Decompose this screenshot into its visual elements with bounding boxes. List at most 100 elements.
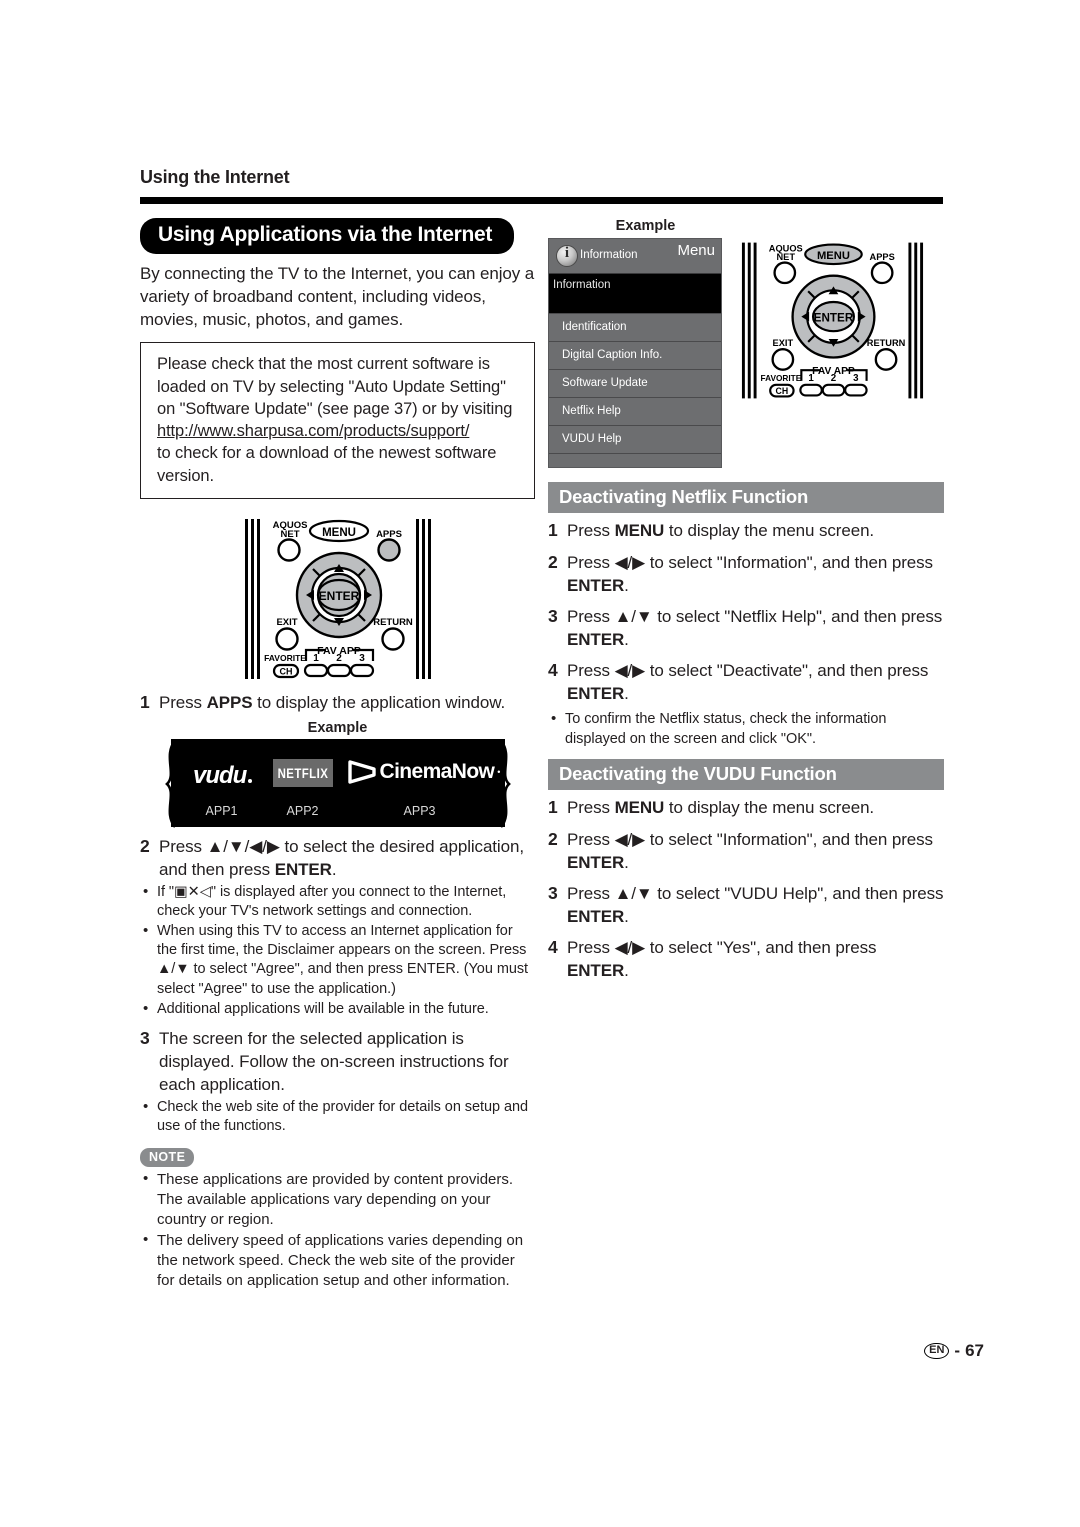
- support-url[interactable]: http://www.sharpusa.com/products/support…: [157, 422, 469, 440]
- netflix-step-1-number: 1: [548, 520, 558, 540]
- netflix-step-1: 1 Press MENU to display the menu screen.: [548, 519, 944, 543]
- svg-text:3: 3: [853, 373, 859, 384]
- remote-diagram-right: MENU AQUOS NET APPS ENTER EXIT RETURN FA…: [741, 242, 924, 399]
- section-title-pill-wrap: Using Applications via the Internet: [140, 218, 535, 255]
- netflix-step-4-text: Press ◀/▶ to select "Deactivate", and th…: [567, 659, 944, 705]
- netflix-step-3-number: 3: [548, 606, 558, 627]
- tv-menu-title: Menu: [677, 242, 715, 259]
- step-1-text-before: Press: [159, 692, 207, 712]
- tv-menu-header: Information Menu: [549, 239, 721, 274]
- tv-menu-mock: Information Menu Information Identificat…: [548, 238, 722, 468]
- svg-text:EXIT: EXIT: [276, 617, 297, 628]
- vudu-step-1-before: Press: [567, 797, 615, 817]
- vudu-step-3-text: Press ▲/▼ to select "VUDU Help", and the…: [567, 882, 944, 928]
- step-1-text-after: to display the application window.: [252, 692, 506, 712]
- svg-text:CH: CH: [279, 666, 292, 676]
- netflix-step-1-bold: MENU: [614, 521, 665, 540]
- information-icon: [556, 245, 578, 267]
- step-3-bullets: Check the web site of the provider for d…: [140, 1097, 535, 1136]
- tv-menu-bottom-pad: [549, 453, 721, 467]
- tv-menu-row-software-update[interactable]: Software Update: [549, 369, 721, 397]
- app3-label: APP3: [403, 803, 436, 818]
- netflix-logo[interactable]: NETFLIX: [272, 758, 333, 787]
- netflix-step-1-after: to display the menu screen.: [664, 521, 875, 540]
- page-running-head: Using the Internet: [140, 167, 290, 187]
- svg-text:ENTER: ENTER: [814, 311, 854, 324]
- netflix-step-4-bold: ENTER: [567, 684, 625, 704]
- netflix-step-2-line-1: Press ◀/▶ to select "Information", and t…: [567, 552, 933, 572]
- cinemanow-logo[interactable]: CinemaNow •: [347, 759, 500, 785]
- step-3: 3 The screen for the selected applicatio…: [140, 1027, 535, 1096]
- left-brace-icon: [164, 739, 176, 828]
- step-2-bullet-1: If "▣✕◁" is displayed after you connect …: [140, 882, 535, 921]
- svg-text:1: 1: [808, 373, 814, 384]
- footer-dash: -: [954, 1341, 961, 1360]
- svg-text:FAVORITE: FAVORITE: [761, 374, 802, 383]
- svg-text:3: 3: [359, 653, 365, 664]
- svg-text:MENU: MENU: [322, 527, 356, 539]
- netflix-step-3: 3 Press ▲/▼ to select "Netflix Help", an…: [548, 605, 944, 651]
- page-footer: EN - 67: [924, 1341, 984, 1361]
- svg-text:RETURN: RETURN: [373, 617, 413, 628]
- notice-line-2: to check for a download of the newest so…: [157, 444, 497, 485]
- step-2: 2 Press ▲/▼/◀/▶ to select the desired ap…: [140, 835, 535, 881]
- step-2-line-2-before: and then press: [159, 859, 275, 879]
- vudu-step-1: 1 Press MENU to display the menu screen.: [548, 796, 944, 820]
- example-label-left: Example: [307, 719, 368, 736]
- svg-text:FAVORITE: FAVORITE: [264, 653, 306, 663]
- vudu-step-1-number: 1: [548, 796, 558, 817]
- vudu-step-3-tail: .: [624, 906, 629, 926]
- menu-and-remote-row: Information Menu Information Identificat…: [548, 238, 944, 468]
- vudu-step-4-line-1: Press ◀/▶ to select "Yes", and then pres…: [567, 937, 877, 957]
- step-1: 1 Press APPS to display the application …: [140, 691, 535, 715]
- step-3-bullet-1: Check the web site of the provider for d…: [140, 1097, 535, 1136]
- tv-menu-row-digital-caption-info[interactable]: Digital Caption Info.: [549, 341, 721, 369]
- vudu-step-4-text: Press ◀/▶ to select "Yes", and then pres…: [567, 936, 944, 982]
- step-3-number: 3: [140, 1027, 150, 1048]
- netflix-step-3-text: Press ▲/▼ to select "Netflix Help", and …: [567, 605, 944, 651]
- vudu-step-2-line-1: Press ◀/▶ to select "Information", and t…: [567, 829, 933, 849]
- tv-menu-row-identification[interactable]: Identification: [549, 313, 721, 341]
- netflix-bullet-1: To confirm the Netflix status, check the…: [548, 709, 944, 748]
- netflix-step-4-number: 4: [548, 660, 558, 681]
- netflix-step-3-bold: ENTER: [567, 630, 625, 650]
- vudu-step-3-line-1: Press ▲/▼ to select "VUDU Help", and the…: [567, 883, 944, 903]
- app2-label: APP2: [286, 803, 319, 818]
- netflix-step-3-line-1: Press ▲/▼ to select "Netflix Help", and …: [567, 607, 943, 627]
- netflix-bullets: To confirm the Netflix status, check the…: [548, 709, 944, 748]
- vudu-step-3-number: 3: [548, 882, 558, 903]
- vudu-step-1-bold: MENU: [614, 797, 665, 817]
- step-2-bullet-3: Additional applications will be availabl…: [140, 999, 535, 1019]
- vudu-step-3-bold: ENTER: [567, 906, 625, 926]
- vudu-step-2-tail: .: [624, 852, 629, 872]
- vudu-step-2: 2 Press ◀/▶ to select "Information", and…: [548, 828, 944, 874]
- remote-diagram-left: MENU AQUOS NET APPS ENTER EXIT RETURN FA…: [244, 518, 431, 679]
- app-window-example: vudu APP1 NETFLIX APP2 CinemaNow • APP3: [157, 738, 519, 828]
- svg-text:EXIT: EXIT: [773, 338, 794, 348]
- cinemanow-mark-icon: [347, 760, 376, 784]
- step-2-line-2-after: .: [331, 859, 337, 879]
- netflix-step-4: 4 Press ◀/▶ to select "Deactivate", and …: [548, 659, 944, 705]
- step-2-line-1: Press ▲/▼/◀/▶ to select the desired appl…: [159, 836, 524, 856]
- vudu-logo[interactable]: vudu: [193, 761, 255, 789]
- step-2-text: Press ▲/▼/◀/▶ to select the desired appl…: [159, 835, 535, 881]
- note-item-2: The delivery speed of applications varie…: [140, 1230, 535, 1291]
- tv-menu-icon-label: Information: [580, 249, 638, 261]
- svg-text:1: 1: [313, 653, 319, 664]
- svg-text:MENU: MENU: [817, 250, 850, 262]
- svg-text:NET: NET: [777, 252, 796, 262]
- left-column: Using Applications via the Internet By c…: [140, 218, 535, 1291]
- tv-menu-selected-row[interactable]: Information: [549, 274, 721, 313]
- note-block: NOTE These applications are provided by …: [140, 1148, 535, 1291]
- step-1-bold: APPS: [206, 692, 253, 712]
- note-item-1: These applications are provided by conte…: [140, 1169, 535, 1230]
- remote-diagram-left-wrap: MENU AQUOS NET APPS ENTER EXIT RETURN FA…: [140, 515, 535, 683]
- tv-menu-row-vudu-help[interactable]: VUDU Help: [549, 425, 721, 453]
- vudu-step-4-bold: ENTER: [567, 961, 625, 981]
- intro-paragraph: By connecting the TV to the Internet, yo…: [140, 264, 535, 329]
- tv-menu-row-netflix-help[interactable]: Netflix Help: [549, 397, 721, 425]
- app1-label: APP1: [205, 803, 238, 818]
- svg-text:APPS: APPS: [870, 252, 895, 262]
- vudu-step-4-number: 4: [548, 936, 558, 957]
- vudu-step-4-tail: .: [624, 961, 629, 981]
